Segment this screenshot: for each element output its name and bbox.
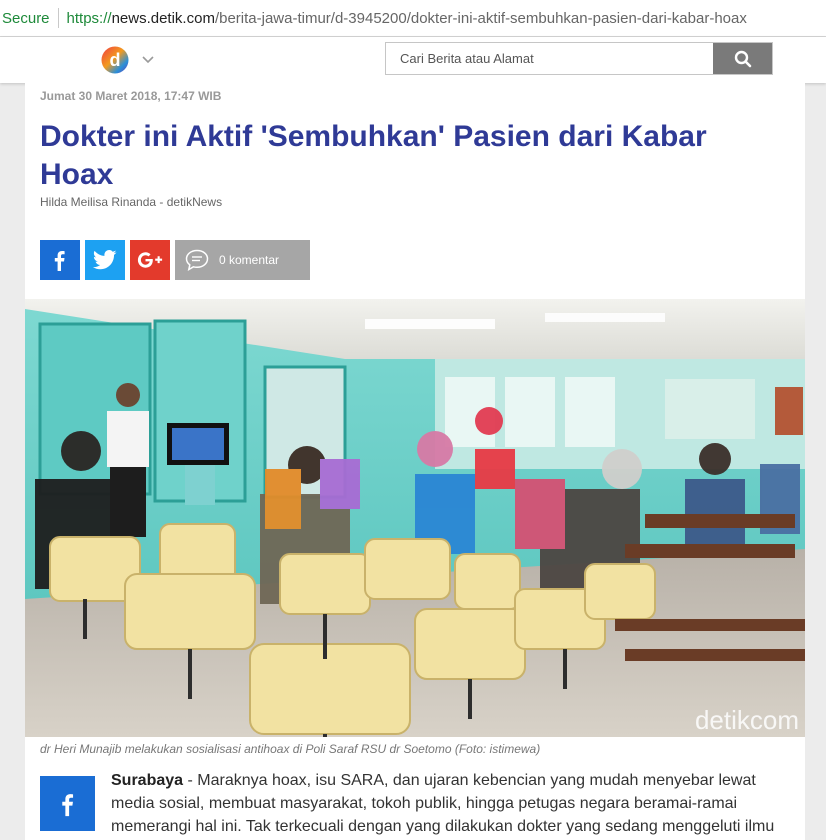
address-bar[interactable]: Secure https://news.detik.com/berita-jaw…: [0, 0, 826, 37]
twitter-icon: [93, 250, 117, 270]
url-scheme: https://: [66, 9, 112, 27]
share-facebook-button[interactable]: [40, 240, 80, 280]
logo-letter: d: [110, 50, 121, 70]
photo-caption: dr Heri Munajib melakukan sosialisasi an…: [40, 742, 541, 756]
search-input[interactable]: [386, 43, 713, 74]
url-path: /berita-jawa-timur/d-3945200/dokter-ini-…: [214, 9, 747, 27]
search-button[interactable]: [713, 43, 772, 74]
share-bar: 0 komentar: [40, 240, 310, 280]
article-body-text: - Maraknya hoax, isu SARA, dan ujaran ke…: [111, 772, 775, 835]
chevron-down-icon[interactable]: [140, 51, 156, 67]
url-host: news.detik.com: [111, 9, 215, 27]
address-divider: [57, 8, 59, 28]
site-header: d: [0, 37, 826, 83]
comments-button[interactable]: 0 komentar: [175, 240, 310, 280]
comment-icon: [185, 249, 209, 271]
facebook-icon: [61, 793, 73, 816]
article: Jumat 30 Maret 2018, 17:47 WIB Dokter in…: [25, 83, 805, 840]
floating-facebook-button[interactable]: [40, 776, 95, 831]
search-icon: [734, 50, 751, 67]
secure-label: Secure: [2, 9, 50, 27]
url-text[interactable]: https://news.detik.com/berita-jawa-timur…: [67, 10, 747, 27]
share-twitter-button[interactable]: [85, 240, 125, 280]
share-google-plus-button[interactable]: [130, 240, 170, 280]
photo-watermark: detikcom: [695, 705, 799, 735]
article-photo[interactable]: detikcom: [25, 299, 805, 737]
detik-logo[interactable]: d: [101, 46, 129, 74]
article-body: Surabaya - Maraknya hoax, isu SARA, dan …: [111, 769, 791, 838]
facebook-icon: [54, 251, 65, 271]
search-box: [385, 42, 773, 75]
article-title: Dokter ini Aktif 'Sembuhkan' Pasien dari…: [40, 120, 707, 191]
article-city: Surabaya: [111, 772, 184, 789]
article-date: Jumat 30 Maret 2018, 17:47 WIB: [40, 89, 222, 103]
article-author: Hilda Meilisa Rinanda - detikNews: [40, 195, 223, 209]
comments-count: 0 komentar: [219, 253, 280, 267]
google-plus-icon: [137, 252, 163, 268]
